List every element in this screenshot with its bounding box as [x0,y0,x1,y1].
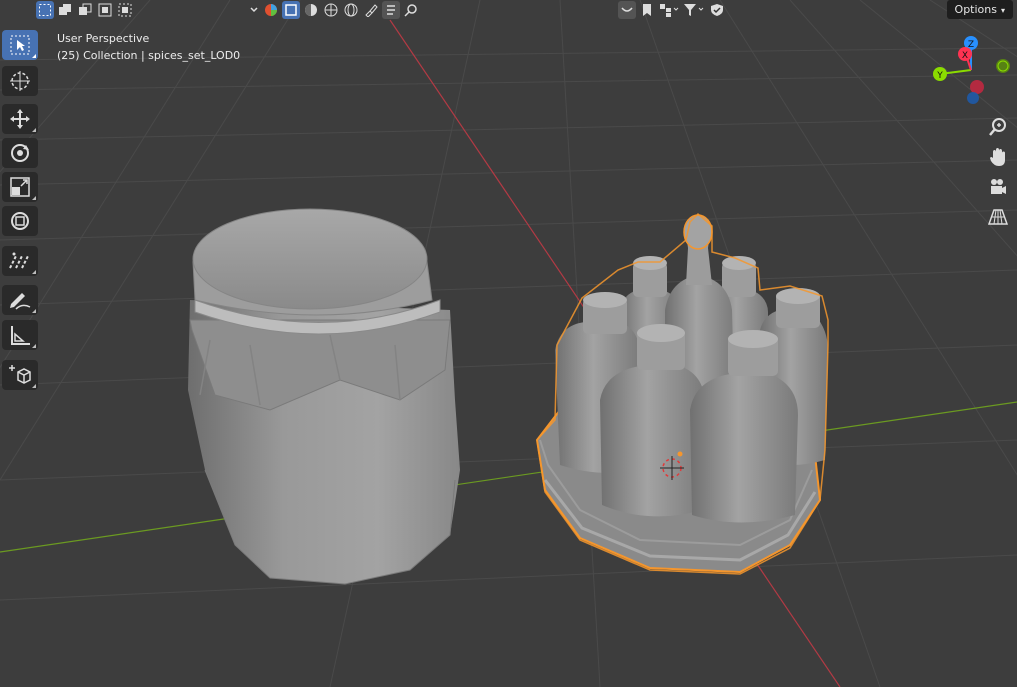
chevron-down-icon: ▾ [1000,6,1005,15]
gizmo-x-label: X [962,51,968,61]
shading-group [248,1,420,19]
object-mode-icon[interactable] [282,1,300,19]
measure-tool[interactable] [2,320,38,350]
add-cube-tool[interactable] [2,360,38,390]
view-name: User Perspective [57,32,150,45]
collection-info: (25) Collection | spices_set_LOD0 [57,49,241,62]
viewport-info: User Perspective (25) Collection | spice… [57,30,240,64]
shield-icon[interactable] [708,1,726,19]
select-box-new-icon[interactable] [36,1,54,19]
spice-rack-object [535,212,829,575]
search-icon[interactable] [402,1,420,19]
add-cube-icon [9,365,31,384]
shading-icon[interactable] [262,1,280,19]
move-arrows-icon [10,109,30,129]
scale-icon [10,177,30,197]
zoom-icon[interactable] [983,112,1013,142]
3d-viewport[interactable]: Options ▾ User Perspective (25) Collectio… [0,0,1017,687]
select-tool[interactable] [2,30,38,60]
select-extend-icon[interactable] [56,1,74,19]
view-pin-icon[interactable] [618,1,636,19]
y-axis-line [0,401,1017,553]
grid-sphere-icon[interactable] [322,1,340,19]
options-label: Options [954,3,997,16]
view-controls-group [618,1,726,19]
hierarchy-icon[interactable] [658,1,680,19]
cursor-target-icon [10,71,30,91]
gizmo-y-label: Y [936,71,943,81]
annotate-icon [9,252,29,269]
rotate-tool[interactable] [2,138,38,168]
paint-icon[interactable] [362,1,380,19]
select-intersect-icon[interactable] [116,1,134,19]
chevron-down-icon[interactable] [248,1,260,19]
floor-grid [0,0,1017,687]
select-subtract-icon[interactable] [76,1,94,19]
filter-icon[interactable] [682,1,706,19]
bookmark-icon[interactable] [638,1,656,19]
select-mode-group [36,1,134,19]
transform-tool[interactable] [2,206,38,236]
annotate-tool[interactable] [2,246,38,276]
draw-tool[interactable] [2,285,38,315]
transform-icon [11,212,29,230]
globe-icon[interactable] [342,1,360,19]
viewport-scene[interactable] [0,0,1017,687]
pencil-icon [10,293,31,310]
select-invert-icon[interactable] [96,1,114,19]
rotate-icon [11,144,29,162]
perspective-grid-icon[interactable] [983,202,1013,232]
jar-object [188,208,460,585]
options-dropdown[interactable]: Options ▾ [946,0,1013,19]
viewport-header: Options ▾ [0,0,1017,20]
hand-pan-icon[interactable] [983,142,1013,172]
text-icon[interactable] [382,1,400,19]
sphere-icon[interactable] [302,1,320,19]
cursor-tool[interactable] [2,66,38,96]
navigation-gizmo[interactable]: Z Y X [926,30,1016,110]
scale-tool[interactable] [2,172,38,202]
move-tool[interactable] [2,104,38,134]
camera-icon[interactable] [983,172,1013,202]
cursor-arrow-icon [10,35,30,55]
ruler-icon [11,326,30,345]
